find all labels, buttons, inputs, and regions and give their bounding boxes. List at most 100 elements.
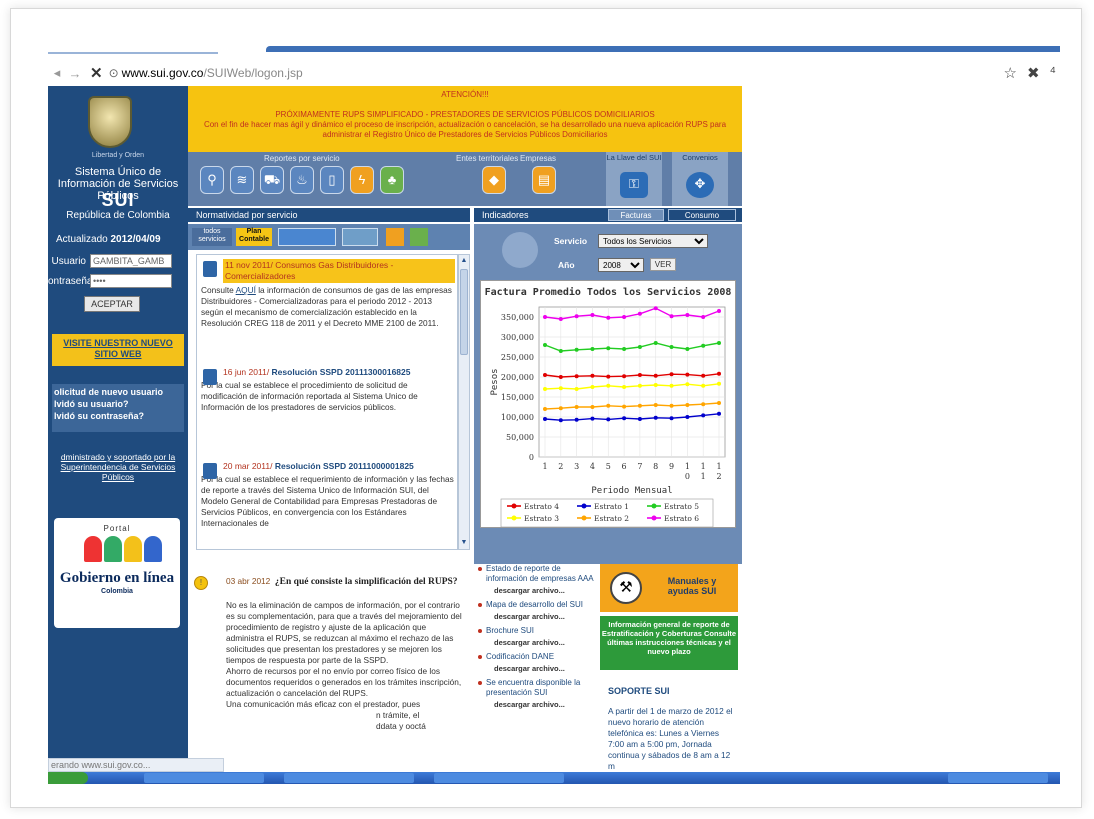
scroll-thumb[interactable] [460,269,468,355]
entes-label: Entes territoriales [456,154,519,163]
url-field[interactable]: www.sui.gov.co/SUIWeb/logon.jsp [122,66,303,80]
acueducto-filter-icon[interactable] [278,228,336,246]
system-tray[interactable] [948,773,1048,783]
news-heading[interactable]: 20 mar 2011/ Resolución SSPD 20111000001… [223,461,455,472]
data-point [622,374,627,379]
todos-servicios-button[interactable]: todos servicios [192,228,232,246]
data-point [622,404,627,409]
main-column: ATENCIÓN!!! PRÓXIMAMENTE RUPS SIMPLIFICA… [188,86,742,782]
servicio-select[interactable]: Todos los Servicios [598,234,708,248]
aqui-link[interactable]: AQUÍ [236,285,256,295]
glp-icon[interactable]: ▯ [320,166,344,194]
forgot-password-link[interactable]: lvidó su contraseña? [54,410,182,422]
password-input[interactable] [90,274,172,288]
data-point [653,415,658,420]
back-icon[interactable]: ◂ [48,65,66,81]
stop-icon[interactable]: ✕ [90,64,103,82]
page-info-icon[interactable]: ⊙ [109,66,119,80]
gas-filter-icon[interactable] [342,228,378,246]
tools-icon[interactable]: ✖ [1027,64,1040,82]
gas-icon[interactable]: ♨ [290,166,314,194]
download-link[interactable]: descargar archivo... [478,612,598,622]
x-tick-label: 9 [669,462,674,471]
new-user-link[interactable]: olicitud de nuevo usuario [54,386,182,398]
taskbar-button[interactable] [144,773,264,783]
scroll-up-icon[interactable]: ▲ [460,256,468,266]
forgot-user-link[interactable]: lvidó su usuario? [54,398,182,410]
legend-label: Estrato 5 [664,502,699,511]
faq-heading: 03 abr 2012 ¿En qué consiste la simplifi… [226,576,458,587]
tab-strip [48,40,1060,54]
estratificacion-banner[interactable]: Información general de reporte de Estrat… [600,616,738,670]
plot-area [538,306,726,458]
bookmark-star-icon[interactable]: ☆ [1004,64,1017,82]
data-point [685,347,690,351]
x-tick-label: 10 [685,462,690,481]
accept-button[interactable]: ACEPTAR [84,296,140,312]
gobierno-en-linea-banner[interactable]: Portal Gobierno en línea Colombia [54,518,180,628]
energy-filter-icon[interactable] [386,228,404,246]
start-button[interactable] [48,772,88,784]
user-input[interactable] [90,254,172,268]
data-point [669,372,674,377]
data-point [717,381,721,386]
forward-icon[interactable]: → [66,66,84,81]
tab-bar-accent [266,46,1060,52]
download-item-label[interactable]: Codificación DANE [478,652,598,662]
news-heading[interactable]: 16 jun 2011/ Resolución SSPD 20111300016… [223,367,455,378]
data-point [717,309,721,313]
download-link[interactable]: descargar archivo... [478,586,598,596]
legend-label: Estrato 1 [594,502,629,511]
acueducto-icon[interactable]: ⚲ [200,166,224,194]
tab-consumo[interactable]: Consumo [668,209,736,221]
download-item-label[interactable]: Estado de reporte de información de empr… [478,564,598,584]
ver-button[interactable]: VER [650,258,676,271]
visit-new-site-link[interactable]: VISITE NUESTRO NUEVO SITIO WEB [52,334,184,366]
scroll-down-icon[interactable]: ▼ [460,538,468,548]
energia-icon[interactable]: ϟ [350,166,374,194]
entes-territoriales-icon[interactable]: ◆ [482,166,506,194]
tab-facturas[interactable]: Facturas [608,209,664,221]
manuales-button[interactable]: ⚒ Manuales y ayudas SUI [600,564,738,612]
plan-contable-button[interactable]: Plan Contable [236,228,272,246]
telecom-icon[interactable]: ♣ [380,166,404,194]
convenios-label: Convenios [682,153,718,162]
download-link[interactable]: descargar archivo... [478,700,598,710]
x-tick-label: 1 [542,462,547,471]
data-point [543,407,547,411]
faq-item: ! 03 abr 2012 ¿En qué consiste la simpli… [188,564,474,782]
aseo-truck-icon[interactable]: ⛟ [260,166,284,194]
alcantarillado-icon[interactable]: ≋ [230,166,254,194]
service-icon-band: Reportes por servicio Entes territoriale… [188,152,742,206]
download-item-label[interactable]: Se encuentra disponible la presentación … [478,678,598,698]
convenios-button[interactable]: Convenios ✥ [672,152,728,206]
menu-icon[interactable]: ⁴ [1050,64,1056,82]
data-point [701,413,706,418]
y-tick-label: 300,000 [501,333,534,342]
admin-link[interactable]: dministrado y soportado por la Superinte… [52,452,184,482]
data-point [701,373,706,378]
password-label: ontraseña [48,275,93,287]
news-body: Por la cual se establece el requerimient… [201,474,454,528]
news-item: 11 nov 2011/ Consumos Gas Distribuidores… [201,259,455,329]
data-point [590,416,595,421]
download-item-label[interactable]: Brochure SUI [478,626,598,636]
browser-tab[interactable] [48,40,218,54]
anio-select[interactable]: 2008 [598,258,644,272]
download-link[interactable]: descargar archivo... [478,638,598,648]
taskbar-button[interactable] [284,773,414,783]
download-item-label[interactable]: Mapa de desarrollo del SUI [478,600,598,610]
data-point [669,314,674,319]
llave-sui-button[interactable]: La Llave del SUI ⚿ [606,152,662,206]
data-point [622,416,627,421]
empresas-icon[interactable]: ▤ [532,166,556,194]
data-point [590,405,595,409]
x-tick-label: 11 [701,462,706,481]
taskbar-button[interactable] [434,773,564,783]
telecom-filter-icon[interactable] [410,228,428,246]
download-link[interactable]: descargar archivo... [478,664,598,674]
servicio-label: Servicio [554,236,588,246]
data-point [574,347,579,352]
news-scrollbar[interactable]: ▲ ▼ [458,254,470,550]
news-heading[interactable]: 11 nov 2011/ Consumos Gas Distribuidores… [223,259,455,283]
